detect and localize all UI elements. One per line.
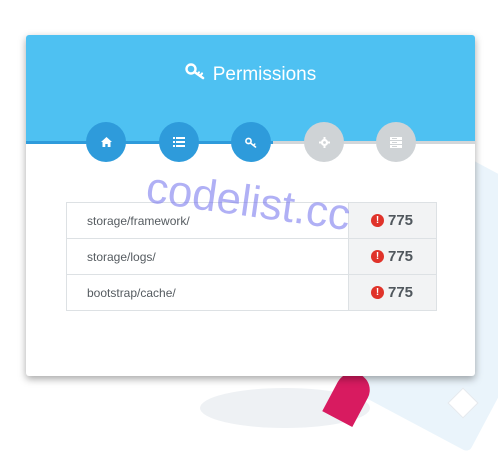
permission-path: bootstrap/cache/ xyxy=(87,285,176,300)
server-icon xyxy=(390,136,402,148)
permission-code: 775 xyxy=(388,284,414,301)
permission-status: ! 775 xyxy=(348,239,436,274)
permission-status: ! 775 xyxy=(348,203,436,238)
key-icon xyxy=(185,62,207,88)
table-row: storage/logs/ ! 775 xyxy=(67,238,436,274)
permission-status: ! 775 xyxy=(348,275,436,310)
error-icon: ! xyxy=(371,214,384,227)
error-icon: ! xyxy=(371,250,384,263)
step-final[interactable] xyxy=(376,122,416,162)
installer-card: Permissions storage/framework/ ! 775 sto… xyxy=(26,35,475,376)
table-row: bootstrap/cache/ ! 775 xyxy=(67,274,436,310)
page-title: Permissions xyxy=(26,62,475,88)
error-icon: ! xyxy=(371,286,384,299)
list-icon xyxy=(173,137,185,147)
key-icon xyxy=(245,137,257,148)
permission-code: 775 xyxy=(388,212,414,229)
step-requirements[interactable] xyxy=(159,122,199,162)
home-icon xyxy=(100,137,112,147)
gear-icon xyxy=(318,136,330,148)
page-title-text: Permissions xyxy=(212,64,317,85)
permissions-table: storage/framework/ ! 775 storage/logs/ !… xyxy=(66,202,437,311)
step-environment[interactable] xyxy=(304,122,344,162)
table-row: storage/framework/ ! 775 xyxy=(67,203,436,238)
step-home[interactable] xyxy=(86,122,126,162)
permission-code: 775 xyxy=(388,248,414,265)
step-permissions[interactable] xyxy=(231,122,271,162)
permission-path: storage/framework/ xyxy=(87,213,190,228)
permission-path: storage/logs/ xyxy=(87,249,156,264)
